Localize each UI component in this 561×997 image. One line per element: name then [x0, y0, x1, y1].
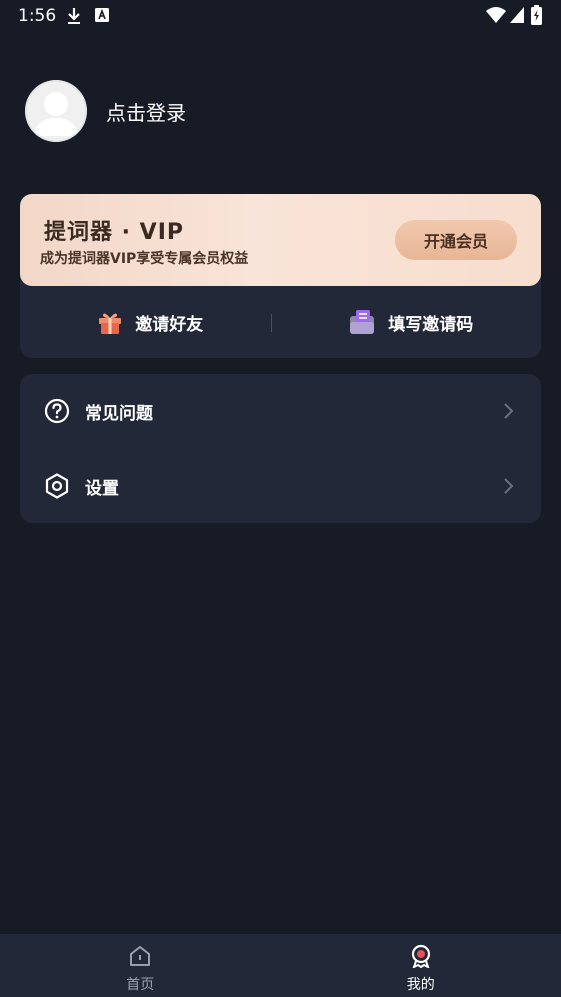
chevron-right-icon [504, 478, 514, 494]
avatar[interactable] [25, 80, 87, 142]
signal-icon [510, 7, 524, 23]
invite-friends-label: 邀请好友 [135, 314, 204, 335]
status-bar: 1:56 [0, 0, 561, 32]
my-page-screen: 1:56 点击登录 提词器 · VIP 成为提词器VIP享受专属会员权益 开通会… [0, 0, 561, 997]
menu-card: 常见问题 设置 [20, 374, 541, 523]
chevron-right-icon [504, 403, 514, 419]
menu-item-settings[interactable]: 设置 [20, 449, 541, 523]
nav-tab-mine[interactable]: 我的 [281, 934, 561, 997]
default-avatar-icon [25, 80, 87, 142]
vip-card: 提词器 · VIP 成为提词器VIP享受专属会员权益 开通会员 邀请好友 填写邀… [20, 194, 541, 358]
login-label[interactable]: 点击登录 [106, 97, 186, 126]
invite-friends-button[interactable]: 邀请好友 [20, 309, 281, 335]
home-icon [130, 946, 151, 966]
invite-code-icon [350, 310, 375, 334]
vip-title: 提词器 · VIP [44, 220, 185, 245]
gift-icon [99, 313, 122, 334]
wifi-icon [486, 7, 506, 23]
nav-label-mine: 我的 [406, 977, 435, 993]
profile-login[interactable]: 点击登录 [25, 80, 186, 142]
invite-divider [271, 314, 272, 332]
vip-subtitle: 成为提词器VIP享受专属会员权益 [40, 251, 249, 267]
open-vip-button[interactable]: 开通会员 [395, 220, 517, 260]
enter-invite-code-label: 填写邀请码 [388, 314, 474, 335]
profile-badge-icon [411, 944, 430, 968]
settings-icon [45, 473, 69, 499]
download-icon [68, 8, 80, 24]
menu-item-faq[interactable]: 常见问题 [20, 374, 541, 448]
nav-label-home: 首页 [126, 977, 155, 993]
status-time: 1:56 [18, 6, 57, 26]
invite-row: 邀请好友 填写邀请码 [20, 286, 541, 358]
app-notification-icon [95, 8, 109, 22]
question-circle-icon [44, 398, 70, 424]
nav-tab-home[interactable]: 首页 [0, 934, 281, 997]
menu-item-label: 设置 [85, 479, 119, 499]
enter-invite-code-button[interactable]: 填写邀请码 [281, 308, 542, 336]
bottom-navigation: 首页 我的 [0, 934, 561, 997]
vip-banner[interactable]: 提词器 · VIP 成为提词器VIP享受专属会员权益 开通会员 [20, 194, 541, 286]
battery-charging-icon [531, 5, 542, 25]
menu-item-label: 常见问题 [85, 404, 153, 424]
